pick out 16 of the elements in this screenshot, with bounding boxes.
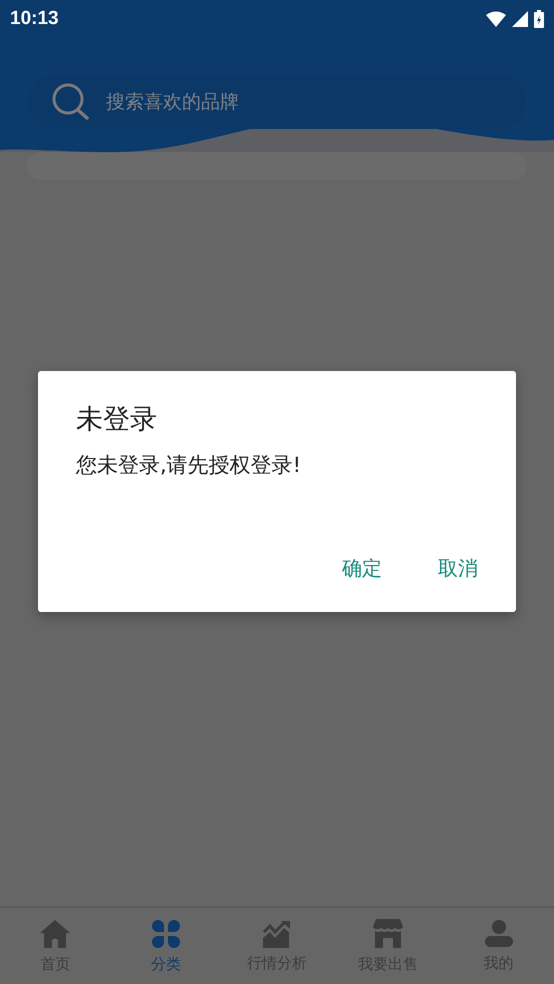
dialog-message: 您未登录,请先授权登录! <box>76 452 302 479</box>
battery-icon <box>534 10 544 28</box>
wifi-icon <box>486 11 506 27</box>
dialog-button[interactable]: 确定 <box>334 551 390 586</box>
shop-icon <box>372 918 403 948</box>
dialog-title: 未登录 <box>76 403 158 437</box>
person-icon <box>484 920 513 948</box>
chart-icon <box>262 920 292 948</box>
tab[interactable]: 分类 <box>110 908 222 984</box>
dialog-button[interactable]: 取消 <box>430 551 486 586</box>
search-field[interactable]: 搜索喜欢的品牌 <box>104 90 502 114</box>
grid-icon <box>151 918 182 948</box>
search-icon <box>52 83 90 121</box>
home-icon <box>39 918 72 948</box>
signal-icon <box>512 11 528 27</box>
status-time: 10:13 <box>10 8 59 30</box>
